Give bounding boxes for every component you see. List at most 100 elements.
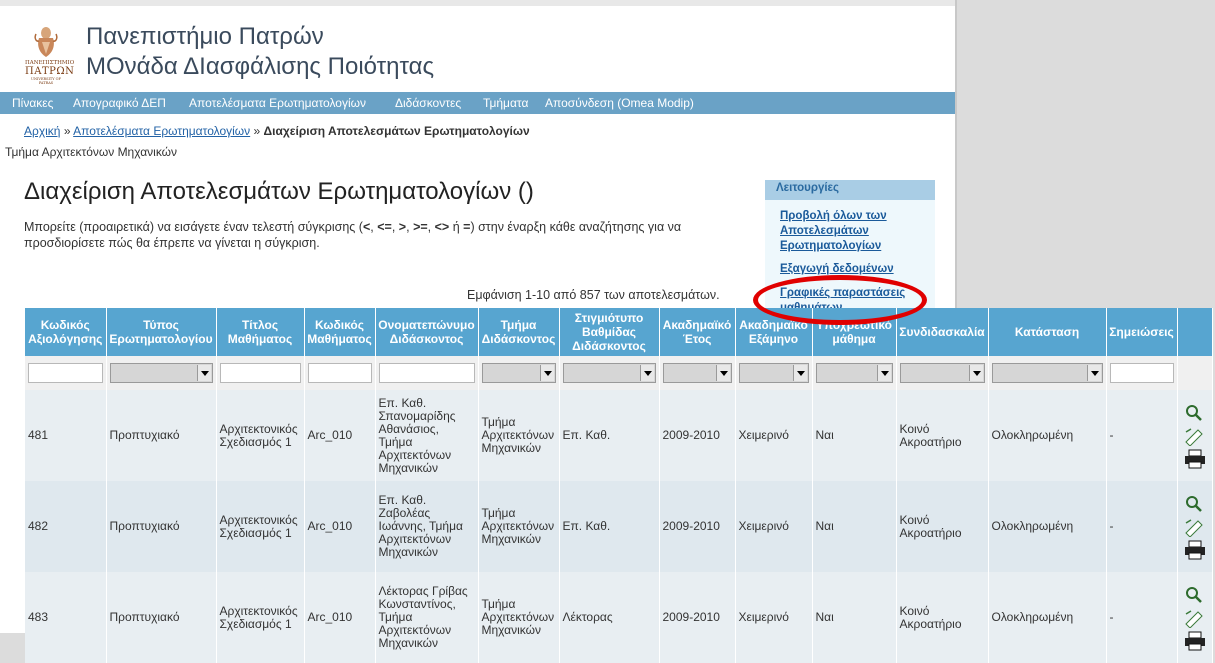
pencil-icon[interactable] [1183,608,1207,628]
filter-cell [1177,356,1213,390]
filter-cell [659,356,736,390]
filter-year-select[interactable] [662,363,732,383]
dropdown-arrow-icon [196,365,211,381]
printer-icon[interactable] [1183,540,1207,560]
filter-cell [812,356,897,390]
filter-semester-select[interactable] [738,363,809,383]
col-header-actions [1177,308,1213,356]
filter-course-code-input[interactable] [307,363,372,383]
pencil-icon[interactable] [1183,517,1207,537]
operator-ge: >= [413,220,428,234]
filter-cell [735,356,813,390]
cell-instructor: Επ. Καθ. Ζαβολέας Ιωάννης, Τμήμα Αρχιτεκ… [375,481,479,572]
cell-course: Αρχιτεκτονικός Σχεδιασμός 1 [216,572,305,663]
filter-course-input[interactable] [219,363,301,383]
cell-actions [1177,481,1213,572]
operator-ne: <> [434,220,450,234]
nav-item-departments[interactable]: Τμήματα [483,96,528,110]
printer-icon[interactable] [1183,631,1207,651]
university-logo[interactable]: ΠΑΝΕΠΙΣΤΗΜΙΟ ΠΑΤΡΩΝ UNIVERSITY OF PATRAS [25,24,74,85]
cell-year: 2009-2010 [659,390,736,481]
table-header-row: Κωδικός Αξιολόγησης Τύπος Ερωτηματολογίο… [25,308,1213,356]
col-header-course-code[interactable]: Κωδικός Μαθήματος [304,308,376,356]
logo-text: ΠΑΝΕΠΙΣΤΗΜΙΟ ΠΑΤΡΩΝ UNIVERSITY OF PATRAS [25,60,74,85]
intro-part1: Μπορείτε (προαιρετικά) να εισάγετε έναν … [24,220,363,234]
col-header-mandatory[interactable]: Υποχρεωτικό μάθημα [812,308,897,356]
cell-notes: - [1106,481,1178,572]
col-header-course[interactable]: Τίτλος Μαθήματος [216,308,305,356]
col-header-notes[interactable]: Σημειώσεις [1106,308,1178,356]
operator-gt: > [398,220,407,234]
nav-item-tables[interactable]: Πίνακες [12,96,53,110]
table-row: 482 Προπτυχιακό Αρχιτεκτονικός Σχεδιασμό… [25,481,1213,572]
col-header-semester[interactable]: Ακαδημαϊκό Εξάμηνο [735,308,813,356]
col-header-code[interactable]: Κωδικός Αξιολόγησης [25,308,107,356]
nav-item-dep-registry[interactable]: Απογραφικό ΔΕΠ [73,96,166,110]
col-header-dept[interactable]: Τμήμα Διδάσκοντος [478,308,560,356]
logo-text-bottom: UNIVERSITY OF PATRAS [31,77,61,85]
cell-dept: Τμήμα Αρχιτεκτόνων Μηχανικών [478,390,560,481]
table-row: 483 Προπτυχιακό Αρχιτεκτονικός Σχεδιασμό… [25,572,1213,663]
cell-actions [1177,572,1213,663]
breadcrumb-separator: » [253,124,261,138]
filter-cell [375,356,479,390]
cell-coteach: Κοινό Ακροατήριο [896,481,989,572]
breadcrumb-parent-link[interactable]: Αποτελέσματα Ερωτηματολογίων [73,124,250,138]
view-all-results-link[interactable]: Προβολή όλων των Αποτελεσμάτων Ερωτηματο… [780,209,930,254]
results-summary: Εμφάνιση 1-10 από 857 των αποτελεσμάτων. [467,288,720,302]
cell-course-code: Arc_010 [304,390,376,481]
filter-mandatory-select[interactable] [815,363,893,383]
filter-instructor-input[interactable] [378,363,475,383]
site-title-line1: Πανεπιστήμιο Πατρών [86,23,324,50]
cell-type: Προπτυχιακό [106,481,217,572]
site-title-line2: ΜΟνάδα ΔΙασφάλισης Ποιότητας [86,53,435,80]
breadcrumb-home-link[interactable]: Αρχική [24,124,60,138]
operator-lt: < [362,220,371,234]
filter-coteach-select[interactable] [899,363,985,383]
nav-item-questionnaire-results[interactable]: Αποτελέσματα Ερωτηματολογίων [189,96,366,110]
cell-semester: Χειμερινό [735,390,813,481]
cell-year: 2009-2010 [659,481,736,572]
dropdown-arrow-icon [539,365,554,381]
magnifier-icon[interactable] [1183,494,1207,514]
col-header-type[interactable]: Τύπος Ερωτηματολογίου [106,308,217,356]
cell-code: 482 [25,481,107,572]
col-header-year[interactable]: Ακαδημαϊκό Έτος [659,308,736,356]
cell-rank: Λέκτορας [559,572,660,663]
export-data-link[interactable]: Εξαγωγή δεδομένων [780,262,930,277]
filter-cell [304,356,376,390]
intro-text: Μπορείτε (προαιρετικά) να εισάγετε έναν … [24,220,682,250]
cell-year: 2009-2010 [659,572,736,663]
nav-item-instructors[interactable]: Διδάσκοντες [395,96,461,110]
cell-mandatory: Ναι [812,481,897,572]
col-header-coteach[interactable]: Συνδιδασκαλία [896,308,989,356]
magnifier-icon[interactable] [1183,585,1207,605]
cell-course-code: Arc_010 [304,481,376,572]
site-header: ΠΑΝΕΠΙΣΤΗΜΙΟ ΠΑΤΡΩΝ UNIVERSITY OF PATRAS… [0,0,955,92]
filter-code-input[interactable] [28,363,103,383]
cell-semester: Χειμερινό [735,481,813,572]
dropdown-arrow-icon [715,365,730,381]
nav-item-logout[interactable]: Αποσύνδεση (Omea Modip) [545,96,694,110]
filter-rank-select[interactable] [562,363,656,383]
main-navbar: Πίνακες Απογραφικό ΔΕΠ Αποτελέσματα Ερωτ… [0,92,955,114]
cell-coteach: Κοινό Ακροατήριο [896,390,989,481]
pencil-icon[interactable] [1183,426,1207,446]
filter-status-select[interactable] [991,363,1103,383]
page-title: Διαχείριση Αποτελεσμάτων Ερωτηματολογίων… [24,178,534,205]
cell-status: Ολοκληρωμένη [988,390,1107,481]
cell-type: Προπτυχιακό [106,390,217,481]
printer-icon[interactable] [1183,449,1207,469]
filter-cell [1106,356,1178,390]
col-header-instructor[interactable]: Ονοματεπώνυμο Διδάσκοντος [375,308,479,356]
col-header-status[interactable]: Κατάσταση [988,308,1107,356]
filter-dept-select[interactable] [481,363,556,383]
filter-notes-input[interactable] [1109,363,1174,383]
cell-notes: - [1106,572,1178,663]
col-header-rank[interactable]: Στιγμιότυπο Βαθμίδας Διδάσκοντος [559,308,660,356]
filter-cell [896,356,989,390]
cell-semester: Χειμερινό [735,572,813,663]
magnifier-icon[interactable] [1183,403,1207,423]
filter-row [25,356,1213,390]
filter-type-select[interactable] [109,363,213,383]
